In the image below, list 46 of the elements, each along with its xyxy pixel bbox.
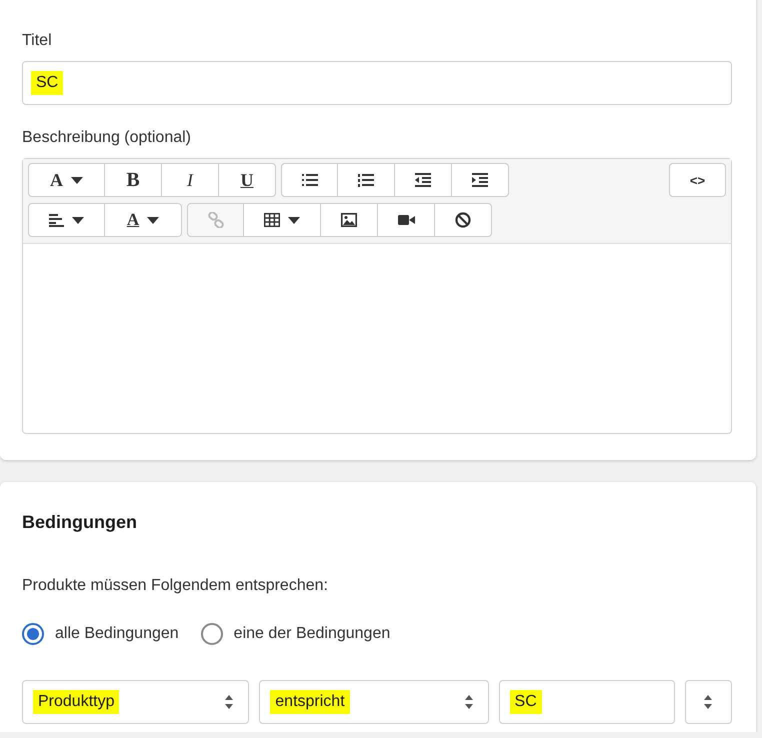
- field-select[interactable]: Produkttyp: [22, 680, 250, 724]
- align-button[interactable]: [28, 203, 105, 237]
- outdent-icon: [415, 173, 431, 187]
- radio-button[interactable]: [200, 623, 223, 645]
- bullet-list-icon: [302, 173, 318, 187]
- image-button[interactable]: [321, 203, 378, 237]
- description-label: Beschreibung (optional): [22, 129, 192, 147]
- match-option[interactable]: alle Bedingungen: [22, 623, 179, 645]
- outdent-button[interactable]: [395, 163, 452, 197]
- underline-button[interactable]: U: [219, 163, 276, 197]
- title-field[interactable]: SC: [22, 61, 732, 105]
- option-label: eine der Bedingungen: [234, 625, 390, 643]
- clear-format-icon: [455, 212, 471, 228]
- sort-arrows-icon: [224, 694, 234, 710]
- table-button[interactable]: [244, 203, 321, 237]
- text-color-button[interactable]: A: [105, 203, 182, 237]
- caret-icon: [71, 176, 83, 184]
- value-field[interactable]: SC: [498, 680, 676, 724]
- bullet-list-button[interactable]: [281, 163, 338, 197]
- font-style-button[interactable]: A: [28, 163, 105, 197]
- caret-icon: [72, 216, 84, 224]
- caret-icon: [288, 216, 300, 224]
- link-icon: [208, 212, 224, 228]
- video-button[interactable]: [378, 203, 435, 237]
- sort-arrows-icon: [464, 694, 474, 710]
- table-icon: [264, 213, 280, 227]
- code-view-button[interactable]: <>: [669, 163, 726, 197]
- match-label: Produkte müssen Folgendem entsprechen:: [22, 577, 329, 595]
- section-heading: Bedingungen: [22, 512, 138, 533]
- caret-icon: [147, 216, 160, 224]
- indent-icon: [472, 173, 488, 187]
- radio-button[interactable]: [22, 623, 44, 645]
- align-left-icon: [49, 214, 64, 226]
- italic-button[interactable]: I: [162, 163, 219, 197]
- image-icon: [341, 213, 357, 227]
- match-option[interactable]: eine der Bedingungen: [200, 623, 390, 645]
- numbered-list-button[interactable]: [338, 163, 395, 197]
- numbered-list-icon: [358, 173, 374, 187]
- operator-select[interactable]: entspricht: [259, 680, 489, 724]
- title-label: Titel: [22, 32, 53, 50]
- option-label: alle Bedingungen: [55, 625, 179, 643]
- indent-button[interactable]: [452, 163, 509, 197]
- bold-button[interactable]: B: [105, 163, 162, 197]
- video-camera-icon: [398, 214, 414, 226]
- sort-arrows-icon: [703, 694, 714, 710]
- clear-format-button[interactable]: [435, 203, 492, 237]
